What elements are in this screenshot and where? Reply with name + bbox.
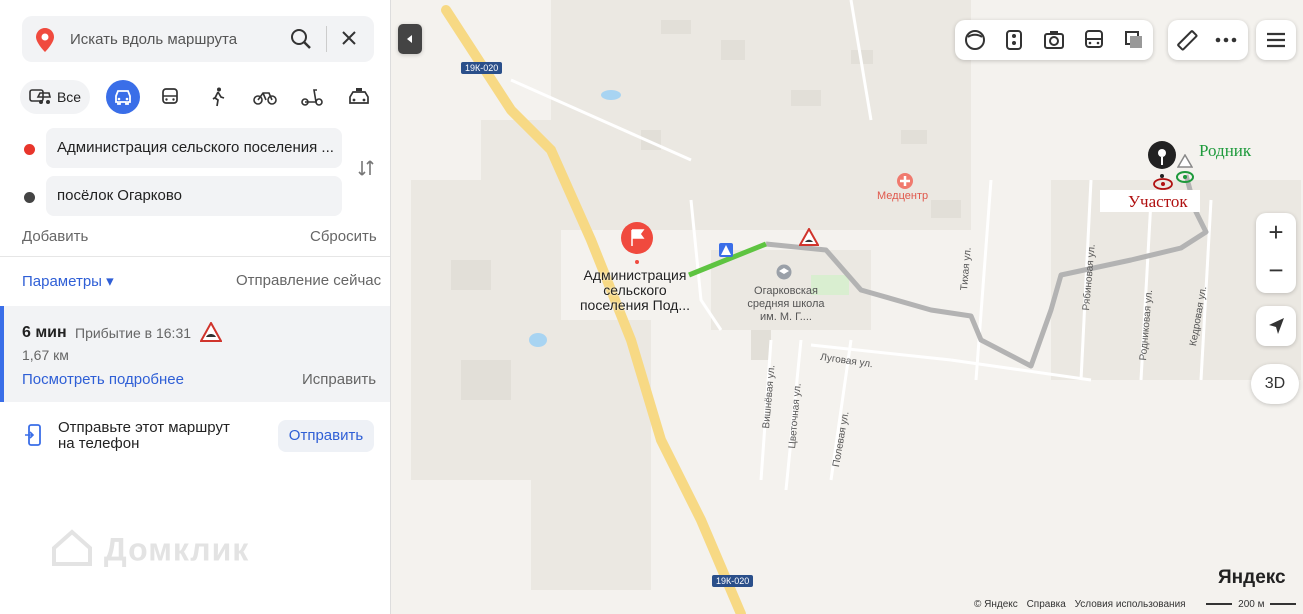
- footer-help-link[interactable]: Справка: [1027, 599, 1066, 610]
- end-point-dot: [24, 192, 35, 203]
- send-route-text: Отправьте этот маршрут на телефон: [58, 420, 248, 452]
- map-footer: © Яндекс Справка Условия использования 2…: [974, 599, 1297, 610]
- swap-points-icon[interactable]: [356, 158, 376, 183]
- mode-walk-button[interactable]: [206, 80, 230, 114]
- reset-link[interactable]: Сбросить: [310, 228, 377, 245]
- footer-copyright[interactable]: © Яндекс: [974, 599, 1018, 610]
- watermark: Домклик: [50, 528, 249, 576]
- map-layers-toolbar: [955, 20, 1153, 60]
- close-icon[interactable]: [340, 29, 358, 52]
- route-option-card[interactable]: 6 мин Прибытие в 16:31 1,67 км Посмотрет…: [0, 306, 390, 402]
- menu-icon: [1267, 32, 1285, 48]
- transport-modes: Все: [20, 80, 380, 116]
- admin-label-line2: сельского: [603, 282, 667, 298]
- zoom-in-button[interactable]: +: [1256, 217, 1296, 248]
- bus-icon: [162, 88, 178, 104]
- layers-icon[interactable]: [1123, 29, 1145, 56]
- map-base: [411, 0, 1301, 614]
- send-route-line2: на телефон: [58, 435, 140, 452]
- spring-label: Родник: [1199, 141, 1252, 160]
- photo-icon[interactable]: [1043, 29, 1065, 56]
- route-fix-link[interactable]: Исправить: [302, 371, 376, 388]
- road-number-badge: 19К-020: [712, 575, 754, 587]
- route-arrival: Прибытие в 16:31: [75, 325, 192, 341]
- ruler-icon[interactable]: [1176, 29, 1198, 56]
- navigation-arrow-icon: [1269, 318, 1284, 334]
- search-icon[interactable]: [290, 28, 312, 55]
- location-pin-icon: [36, 28, 54, 57]
- watermark-text: Домклик: [103, 531, 250, 568]
- view-3d-button[interactable]: 3D: [1251, 364, 1299, 404]
- view-3d-label: 3D: [1264, 375, 1286, 392]
- admin-label: Администрация сельского поселения Под...: [576, 268, 694, 313]
- route-search-box[interactable]: Искать вдоль маршрута: [22, 16, 374, 62]
- start-point-field[interactable]: Администрация сельского поселения ...: [46, 128, 342, 168]
- mode-all-label: Все: [56, 89, 82, 105]
- menu-button[interactable]: [1256, 20, 1296, 60]
- scooter-icon: [301, 89, 323, 106]
- scale-bar: [1206, 603, 1233, 606]
- mode-scooter-button[interactable]: [300, 80, 324, 114]
- scale-label: 200 м: [1238, 599, 1265, 610]
- collapse-panel-button[interactable]: [398, 24, 422, 54]
- scale-bar-right: [1270, 603, 1297, 606]
- map-canvas[interactable]: 19К-020 19К-020 Администрация сельского …: [391, 0, 1303, 614]
- mode-bike-button[interactable]: [252, 80, 278, 114]
- bicycle-icon: [253, 92, 277, 105]
- school-label-line3: им. М. Г....: [760, 311, 812, 323]
- poi-triangle-icon: [1176, 153, 1194, 173]
- send-button[interactable]: Отправить: [278, 420, 374, 452]
- admin-flag-marker[interactable]: [619, 220, 655, 271]
- panorama-icon[interactable]: [964, 29, 986, 56]
- send-route-line1: Отправьте этот маршрут: [58, 419, 230, 436]
- zoom-control: + −: [1256, 213, 1296, 293]
- transit-icon[interactable]: [1083, 29, 1105, 56]
- mode-all-button[interactable]: Все: [20, 80, 90, 114]
- pedestrian-icon: [212, 87, 225, 107]
- parameters-dropdown[interactable]: Параметры ▾: [22, 272, 114, 290]
- mode-taxi-button[interactable]: [346, 80, 372, 114]
- road-works-sign-icon: [798, 226, 820, 251]
- route-distance: 1,67 км: [22, 347, 69, 363]
- school-label-line1: Огарковская: [754, 285, 818, 297]
- divider: [0, 256, 390, 257]
- plot-label-box: Участок: [1100, 190, 1200, 212]
- school-label-line2: средняя школа: [747, 298, 825, 310]
- plot-label: Участок: [1128, 192, 1188, 211]
- route-duration: 6 мин: [22, 324, 67, 341]
- school-icon[interactable]: [776, 264, 792, 285]
- phone-icon: [24, 424, 44, 451]
- watermark-house-icon: [50, 528, 94, 576]
- taxi-icon: [349, 88, 369, 104]
- admin-label-line3: поселения Под...: [579, 297, 691, 313]
- traffic-icon[interactable]: [1003, 29, 1025, 56]
- road-number-badge: 19К-020: [461, 62, 503, 74]
- route-panel: Искать вдоль маршрута Все Администрация …: [0, 0, 391, 614]
- car-icon: [115, 90, 131, 105]
- add-point-link[interactable]: Добавить: [22, 228, 88, 245]
- route-details-link[interactable]: Посмотреть подробнее: [22, 371, 184, 388]
- medcenter-label: Медцентр: [877, 190, 929, 202]
- zoom-out-button[interactable]: −: [1256, 255, 1296, 286]
- departure-selector[interactable]: Отправление сейчас: [236, 272, 381, 289]
- collapse-arrow-icon: [407, 35, 412, 43]
- end-point-field[interactable]: посёлок Огарково: [46, 176, 342, 216]
- yandex-logo-text: Яндекс: [1218, 567, 1286, 588]
- school-label: Огарковская средняя школа им. М. Г....: [736, 285, 836, 324]
- start-point-dot: [24, 144, 35, 155]
- my-location-button[interactable]: [1256, 306, 1296, 346]
- tools-toolbar: [1168, 20, 1248, 60]
- footer-terms-link[interactable]: Условия использования: [1075, 599, 1186, 610]
- admin-label-line1: Администрация: [583, 267, 687, 283]
- search-placeholder[interactable]: Искать вдоль маршрута: [70, 31, 237, 48]
- crosswalk-sign-icon: [719, 243, 733, 262]
- mode-car-button[interactable]: [106, 80, 140, 114]
- multimodal-icon: [29, 89, 51, 104]
- more-icon[interactable]: [1214, 29, 1238, 56]
- yandex-logo: Яндекс: [1218, 567, 1286, 589]
- mode-bus-button[interactable]: [158, 80, 182, 114]
- search-divider: [326, 26, 327, 52]
- road-works-warning-icon: [199, 320, 223, 347]
